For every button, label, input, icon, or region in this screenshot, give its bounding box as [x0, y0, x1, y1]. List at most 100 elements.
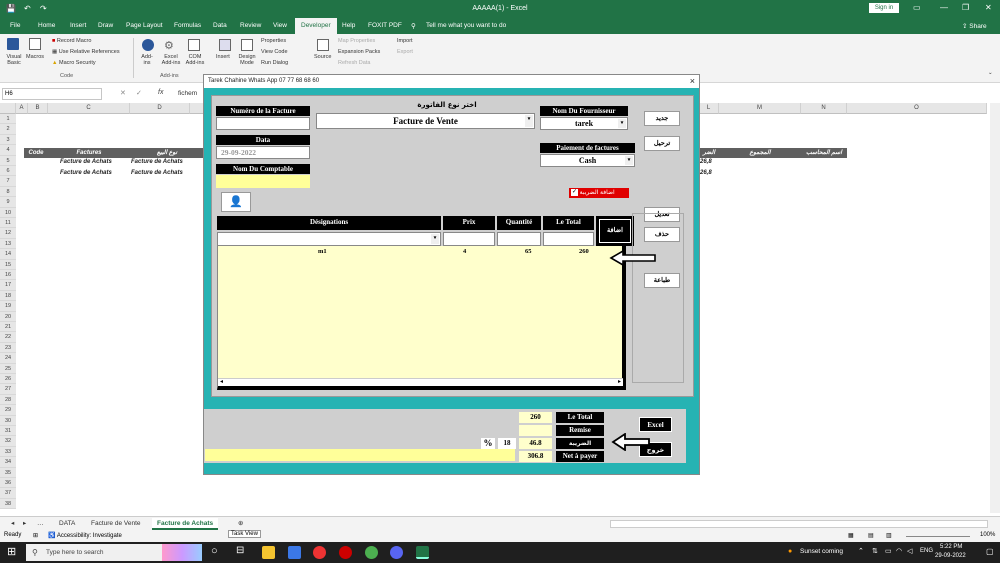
designation-combo[interactable]: ▾	[217, 232, 441, 246]
utorrent-icon[interactable]	[365, 546, 378, 559]
row-header[interactable]: 17	[0, 280, 16, 291]
tab-file[interactable]: File	[10, 22, 20, 29]
supplier-combo[interactable]: tarek ▾	[540, 117, 628, 130]
row-header[interactable]: 25	[0, 363, 16, 374]
row-header[interactable]: 15	[0, 259, 16, 270]
windows-start-icon[interactable]: ⊞	[7, 545, 16, 558]
sheet-tab-facture-vente[interactable]: Facture de Vente	[86, 518, 146, 530]
addins-button[interactable]: Add-ins	[138, 54, 156, 66]
zoom-level[interactable]: 100%	[980, 532, 995, 538]
close-icon[interactable]: ✕	[985, 3, 992, 12]
accountant-input[interactable]	[216, 175, 310, 188]
header-code[interactable]: Code	[24, 148, 48, 158]
export-button[interactable]: Export	[397, 49, 413, 55]
file-explorer-icon[interactable]	[262, 546, 275, 559]
macros-button[interactable]: Macros	[26, 54, 44, 60]
run-dialog-button[interactable]: Run Dialog	[261, 60, 288, 66]
sign-in-button[interactable]: Sign in	[869, 3, 899, 13]
row-header[interactable]: 24	[0, 353, 16, 364]
collapse-ribbon-icon[interactable]: ⌄	[988, 70, 993, 76]
formula-input[interactable]: fichem	[178, 90, 197, 97]
header-factures[interactable]: Factures	[48, 148, 130, 158]
row-header[interactable]: 4	[0, 145, 16, 156]
cell-d6[interactable]: Facture de Achats	[131, 170, 183, 176]
row-header[interactable]: 5	[0, 155, 16, 166]
view-code-button[interactable]: View Code	[261, 49, 288, 55]
weather-text[interactable]: Sunset coming	[800, 548, 843, 555]
row-header[interactable]: 7	[0, 176, 16, 187]
share-button[interactable]: ⇪ Share	[962, 22, 987, 30]
total-input[interactable]	[543, 232, 594, 246]
visual-basic-button[interactable]: Visual Basic	[3, 54, 25, 66]
row-header[interactable]: 37	[0, 488, 16, 499]
column-header-a[interactable]: A	[16, 103, 28, 114]
cancel-icon[interactable]: ✕	[120, 89, 126, 97]
row-header[interactable]: 32	[0, 436, 16, 447]
record-macro-button[interactable]: ■ Record Macro	[52, 38, 91, 44]
quantite-input[interactable]	[497, 232, 541, 246]
column-header-o[interactable]: O	[847, 103, 987, 114]
cell-l5[interactable]: 26,8	[700, 159, 712, 165]
header-type[interactable]: نوع البيع	[130, 148, 204, 158]
widgets-icon[interactable]: ⊟	[236, 545, 244, 556]
column-header-partial[interactable]	[190, 103, 204, 114]
row-header[interactable]: 1	[0, 114, 16, 125]
new-button[interactable]: جديد	[644, 111, 680, 126]
list-horizontal-scrollbar[interactable]: ◂ ▸	[218, 378, 623, 386]
tray-chevron-icon[interactable]: ⌃	[858, 547, 864, 555]
normal-view-icon[interactable]: ▦	[848, 532, 854, 539]
tax-percent-input[interactable]: 18	[498, 438, 516, 449]
row-header[interactable]: 16	[0, 270, 16, 281]
tab-insert[interactable]: Insert	[70, 22, 86, 29]
row-header[interactable]: 35	[0, 467, 16, 478]
zoom-slider[interactable]	[906, 536, 970, 537]
tab-help[interactable]: Help	[342, 22, 355, 29]
column-header-d[interactable]: D	[130, 103, 190, 114]
chevron-down-icon[interactable]: ▾	[625, 156, 633, 165]
clock-date[interactable]: 29-09-2022	[935, 553, 966, 559]
row-header[interactable]: 6	[0, 166, 16, 177]
row-header[interactable]: 11	[0, 218, 16, 229]
row-header[interactable]: 28	[0, 394, 16, 406]
network-icon[interactable]: ⇅	[872, 547, 878, 555]
com-addins-button[interactable]: COM Add-ins	[184, 54, 206, 66]
chevron-down-icon[interactable]: ▾	[618, 119, 626, 128]
row-header[interactable]: 27	[0, 384, 16, 395]
tab-page-layout[interactable]: Page Layout	[126, 22, 163, 29]
macro-security-button[interactable]: ▲ Macro Security	[52, 60, 96, 66]
header-l[interactable]: الضر	[699, 148, 719, 158]
column-header-b[interactable]: B	[28, 103, 48, 114]
row-header[interactable]: 3	[0, 134, 16, 146]
volume-icon[interactable]: ◁	[907, 547, 912, 555]
tab-foxit-pdf[interactable]: FOXIT PDF	[368, 22, 402, 29]
post-button[interactable]: ترحيل	[644, 136, 680, 151]
more-sheets-icon[interactable]: …	[32, 518, 49, 530]
enter-icon[interactable]: ✓	[136, 89, 142, 97]
excel-addins-button[interactable]: Excel Add-ins	[160, 54, 182, 66]
column-header-l[interactable]: L	[699, 103, 719, 114]
function-icon[interactable]: fx	[158, 89, 163, 96]
scroll-left-icon[interactable]: ◂	[220, 378, 223, 385]
tab-review[interactable]: Review	[240, 22, 261, 29]
prix-input[interactable]	[443, 232, 495, 246]
row-header[interactable]: 29	[0, 405, 16, 416]
chrome-icon[interactable]	[313, 546, 326, 559]
add-sheet-icon[interactable]: ⊕	[233, 518, 248, 530]
page-layout-icon[interactable]: ▤	[868, 532, 874, 539]
chevron-down-icon[interactable]: ▾	[431, 234, 439, 244]
row-header[interactable]: 38	[0, 498, 16, 510]
use-relative-button[interactable]: ▦ Use Relative References	[52, 49, 120, 55]
refresh-data-button[interactable]: Refresh Data	[338, 60, 370, 66]
column-header-m[interactable]: M	[719, 103, 801, 114]
discord-icon[interactable]	[390, 546, 403, 559]
insert-controls-button[interactable]: Insert	[216, 54, 230, 60]
date-input[interactable]: 29-09-2022	[216, 146, 310, 159]
row-header[interactable]: 8	[0, 186, 16, 198]
notifications-icon[interactable]: ▢	[986, 547, 994, 556]
tab-data[interactable]: Data	[213, 22, 227, 29]
add-item-button[interactable]: اضافة	[599, 219, 631, 243]
source-button[interactable]: Source	[314, 54, 331, 60]
row-header[interactable]: 18	[0, 290, 16, 302]
restore-icon[interactable]: ❐	[962, 3, 969, 12]
row-header[interactable]: 23	[0, 342, 16, 354]
